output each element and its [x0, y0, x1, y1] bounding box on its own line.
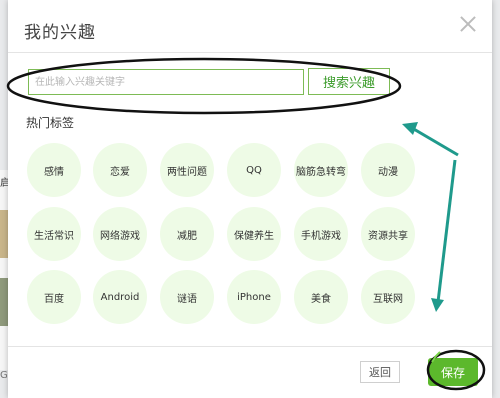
tag-item[interactable]: 谜语: [160, 270, 214, 324]
back-button[interactable]: 返回: [360, 361, 400, 383]
interest-search-input[interactable]: [28, 69, 304, 95]
divider: [8, 52, 492, 53]
save-button[interactable]: 保存: [428, 358, 478, 386]
tag-item[interactable]: 动漫: [361, 143, 415, 197]
search-interest-button[interactable]: 搜索兴趣: [308, 68, 390, 95]
tag-item[interactable]: 感情: [27, 143, 81, 197]
dialog-title: 我的兴趣: [24, 23, 96, 43]
tag-item[interactable]: QQ: [227, 143, 281, 197]
tag-item[interactable]: 手机游戏: [294, 207, 348, 261]
hot-tags-label: 热门标签: [26, 116, 75, 130]
tag-item[interactable]: 保健养生: [227, 207, 281, 261]
tag-item[interactable]: 资源共享: [361, 207, 415, 261]
tag-item[interactable]: 互联网: [361, 270, 415, 324]
tag-item[interactable]: 网络游戏: [93, 207, 147, 261]
close-icon[interactable]: [458, 14, 478, 34]
tag-item[interactable]: 美食: [294, 270, 348, 324]
tag-item[interactable]: 两性问题: [160, 143, 214, 197]
tag-item[interactable]: 减肥: [160, 207, 214, 261]
tag-item[interactable]: 恋爱: [93, 143, 147, 197]
interest-dialog: 我的兴趣 搜索兴趣 热门标签 感情 恋爱 两性问题 QQ 脑筋急转弯 动漫 生活…: [8, 0, 492, 398]
divider: [8, 346, 492, 347]
tag-item[interactable]: Android: [93, 270, 147, 324]
tag-item[interactable]: 脑筋急转弯: [294, 143, 348, 197]
background-text: G: [0, 370, 8, 381]
tag-item[interactable]: iPhone: [227, 270, 281, 324]
tag-item[interactable]: 生活常识: [27, 207, 81, 261]
tag-item[interactable]: 百度: [27, 270, 81, 324]
